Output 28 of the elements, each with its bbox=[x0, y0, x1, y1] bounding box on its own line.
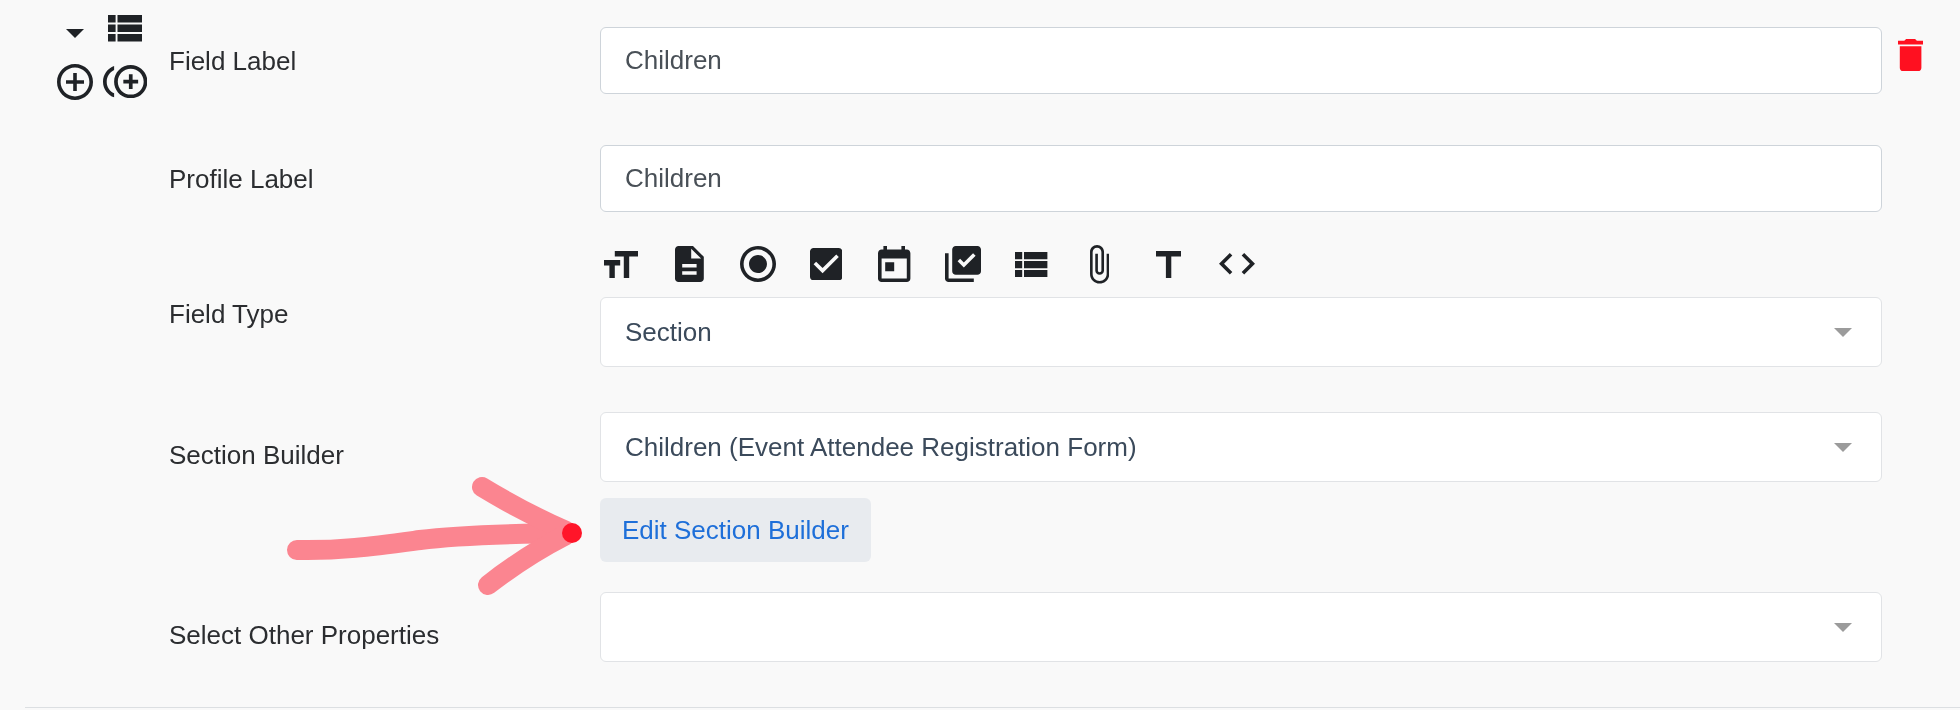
text-size-icon[interactable] bbox=[603, 250, 639, 278]
code-icon[interactable] bbox=[1218, 253, 1255, 276]
caret-icon[interactable] bbox=[66, 29, 84, 38]
caret-icon bbox=[1834, 442, 1852, 452]
field-label: Field Type bbox=[169, 298, 289, 330]
checkbox-icon[interactable] bbox=[809, 248, 843, 281]
field-label: Section Builder bbox=[169, 439, 344, 471]
caret-icon bbox=[1834, 622, 1852, 632]
caret-icon bbox=[1834, 327, 1852, 337]
trash-icon[interactable] bbox=[1898, 39, 1924, 72]
list-icon[interactable] bbox=[1015, 251, 1048, 277]
text-input[interactable]: Children bbox=[600, 27, 1882, 94]
select-dropdown[interactable]: Section bbox=[600, 297, 1882, 367]
add-copy-icon[interactable] bbox=[102, 64, 148, 99]
text-input[interactable]: Children bbox=[600, 145, 1882, 212]
checkbox-stack-icon[interactable] bbox=[944, 246, 981, 283]
field-label: Field Label bbox=[169, 44, 297, 77]
edit-section-button[interactable]: Edit Section Builder bbox=[600, 498, 871, 562]
document-icon[interactable] bbox=[675, 246, 704, 283]
calendar-icon[interactable] bbox=[878, 246, 911, 283]
paperclip-icon[interactable] bbox=[1090, 245, 1110, 284]
list-icon[interactable] bbox=[107, 15, 143, 42]
letter-t-icon[interactable] bbox=[1155, 250, 1181, 278]
dot-icon bbox=[562, 523, 582, 543]
field-label: Select Other Properties bbox=[169, 619, 440, 651]
radio-button-icon[interactable] bbox=[739, 246, 776, 283]
field-label: Profile Label bbox=[169, 162, 314, 195]
select-dropdown[interactable]: Children (Event Attendee Registration Form) bbox=[600, 412, 1882, 482]
